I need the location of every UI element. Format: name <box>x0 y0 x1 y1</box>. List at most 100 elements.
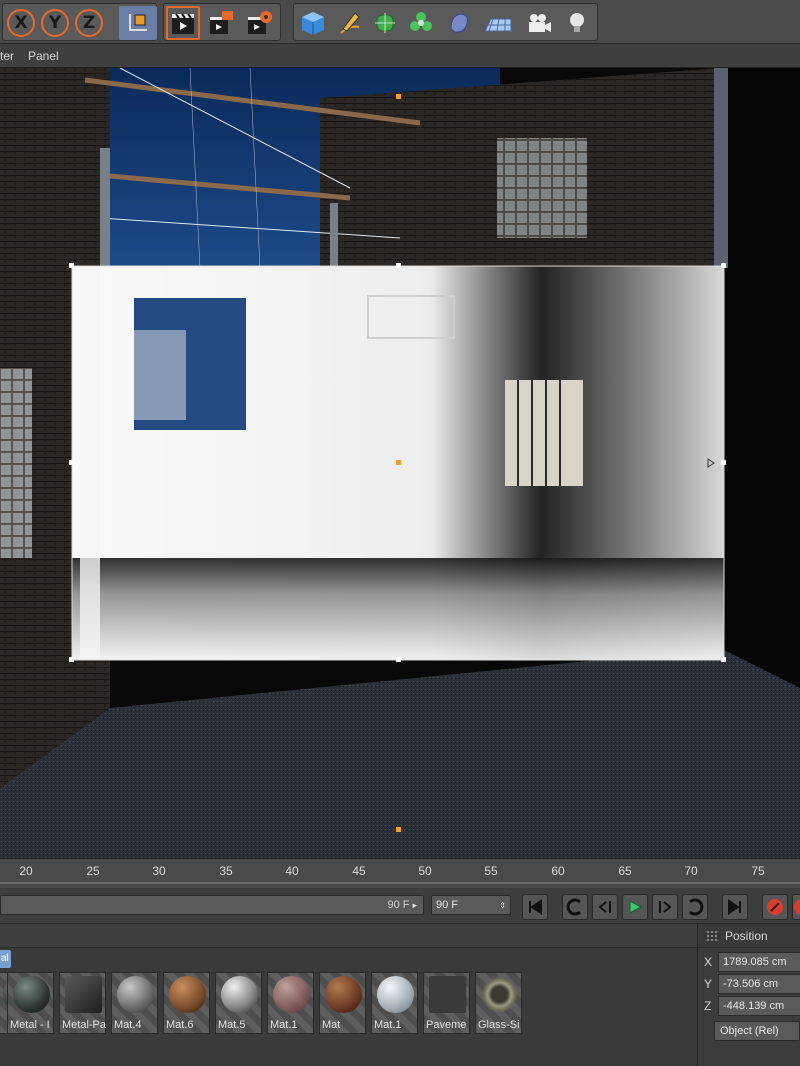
material-label: Mat.1 <box>270 1019 298 1031</box>
cube-primitive-icon <box>302 12 324 35</box>
record-key-button[interactable] <box>762 894 788 920</box>
material-swatch[interactable]: Metal - I <box>7 972 54 1034</box>
render-region-preview[interactable] <box>69 263 726 662</box>
material-swatch[interactable]: Glass-Si <box>475 972 522 1034</box>
previous-frame-icon <box>598 901 611 913</box>
go-to-start-icon <box>529 899 542 915</box>
material-swatch[interactable]: Metal-Pa <box>59 972 106 1034</box>
material-tab[interactable]: al <box>0 950 11 968</box>
position-z-row: Z -448.139 cm <box>704 996 800 1016</box>
material-preview-sphere <box>169 976 206 1013</box>
light-icon <box>570 13 584 32</box>
x-axis-button[interactable]: X <box>4 6 38 40</box>
tick-label: 50 <box>418 864 432 878</box>
position-x-input[interactable]: 1789.085 cm <box>718 952 800 972</box>
tick-label: 25 <box>86 864 100 878</box>
3d-viewport[interactable] <box>0 68 800 858</box>
camera-button[interactable] <box>522 6 556 40</box>
material-swatch[interactable]: Mat.6 <box>163 972 210 1034</box>
material-label: Mat <box>322 1019 341 1031</box>
material-label: Paveme <box>426 1019 467 1031</box>
material-swatch[interactable]: Paveme <box>423 972 470 1034</box>
previous-frame-button[interactable] <box>592 894 618 920</box>
y-label: Y <box>704 977 713 991</box>
play-forward-button[interactable] <box>622 894 648 920</box>
coordinate-mode-dropdown[interactable]: Object (Rel) <box>714 1021 800 1041</box>
deformer-button[interactable] <box>442 6 476 40</box>
render-picture-viewer-button[interactable] <box>204 6 238 40</box>
material-label: Mat.6 <box>166 1019 194 1031</box>
material-label: Glass-Si <box>478 1019 520 1031</box>
render-view-button[interactable] <box>166 6 200 40</box>
material-swatch[interactable]: Mat.5 <box>215 972 262 1034</box>
viewport-menubar: ter Panel <box>0 44 800 68</box>
tick-label: 55 <box>484 864 498 878</box>
end-frame-input[interactable]: 90 F ⇕ <box>431 895 511 915</box>
floor-button[interactable] <box>480 6 516 40</box>
x-label: X <box>704 955 713 969</box>
next-frame-button[interactable] <box>652 894 678 920</box>
cube-button[interactable] <box>296 6 330 40</box>
frame-range-slider[interactable]: 90 F ▸ <box>0 895 424 915</box>
z-axis-label: Z <box>75 9 103 37</box>
tick-label: 30 <box>152 864 166 878</box>
material-preview-sphere <box>325 976 362 1013</box>
tick-label: 65 <box>618 864 632 878</box>
material-swatch[interactable]: Mat.1 <box>267 972 314 1034</box>
material-swatch[interactable]: Mat <box>319 972 366 1034</box>
coordinate-system-icon <box>129 14 147 31</box>
cloner-button[interactable] <box>404 6 438 40</box>
viewport-scene <box>0 68 800 858</box>
deformer-icon <box>450 13 468 33</box>
tick-label: 70 <box>684 864 698 878</box>
position-y-input[interactable]: -73.506 cm <box>718 974 800 994</box>
next-key-button[interactable] <box>682 894 708 920</box>
autokey-button[interactable] <box>792 894 800 920</box>
play-icon <box>629 900 643 914</box>
coordinate-system-button[interactable] <box>119 6 157 40</box>
go-to-start-button[interactable] <box>522 894 548 920</box>
go-to-end-button[interactable] <box>722 894 748 920</box>
material-menubar <box>0 924 697 948</box>
next-frame-icon <box>659 901 672 913</box>
menu-filter[interactable]: ter <box>0 49 14 63</box>
z-label: Z <box>704 999 712 1013</box>
menu-panel[interactable]: Panel <box>28 49 59 63</box>
subdivision-icon <box>375 13 395 33</box>
material-preview-sphere <box>273 976 310 1013</box>
material-swatch[interactable]: Mat.1 <box>371 972 418 1034</box>
z-axis-button[interactable]: Z <box>72 6 106 40</box>
previous-key-button[interactable] <box>562 894 588 920</box>
render-group <box>163 3 281 41</box>
position-x-row: X 1789.085 cm <box>704 952 800 972</box>
render-settings-button[interactable] <box>242 6 276 40</box>
axis-lock-group: X Y Z <box>2 3 157 41</box>
material-label: Metal-Pa <box>62 1019 106 1031</box>
pen-button[interactable] <box>332 6 366 40</box>
light-button[interactable] <box>560 6 594 40</box>
y-axis-button[interactable]: Y <box>38 6 72 40</box>
tick-label: 20 <box>19 864 33 878</box>
tick-label: 60 <box>551 864 565 878</box>
stepper-icon: ⇕ <box>499 900 506 910</box>
y-axis-label: Y <box>41 9 69 37</box>
material-preview-cube <box>65 976 102 1013</box>
render-view-icon <box>172 13 194 34</box>
material-label: Mat.4 <box>114 1019 142 1031</box>
range-end-label: 90 F <box>387 899 410 911</box>
tick-label: 40 <box>285 864 299 878</box>
previous-key-icon <box>566 898 582 916</box>
material-preview-plane <box>429 976 466 1013</box>
end-frame-value: 90 F <box>436 899 459 911</box>
subdivision-button[interactable] <box>368 6 402 40</box>
timeline-ruler[interactable]: 20 25 30 35 40 45 50 55 60 65 70 75 <box>0 858 800 888</box>
material-swatch[interactable]: Mat.4 <box>111 972 158 1034</box>
coordinates-panel: Position X 1789.085 cm Y -73.506 cm Z -448.… <box>697 924 800 1066</box>
coords-header: Position <box>698 924 800 948</box>
go-to-end-icon <box>728 899 741 915</box>
position-z-input[interactable]: -448.139 cm <box>718 996 800 1016</box>
tick-label: 35 <box>219 864 233 878</box>
material-preview-sphere <box>13 976 50 1013</box>
material-label: Mat.1 <box>374 1019 402 1031</box>
material-preview-sphere <box>117 976 154 1013</box>
